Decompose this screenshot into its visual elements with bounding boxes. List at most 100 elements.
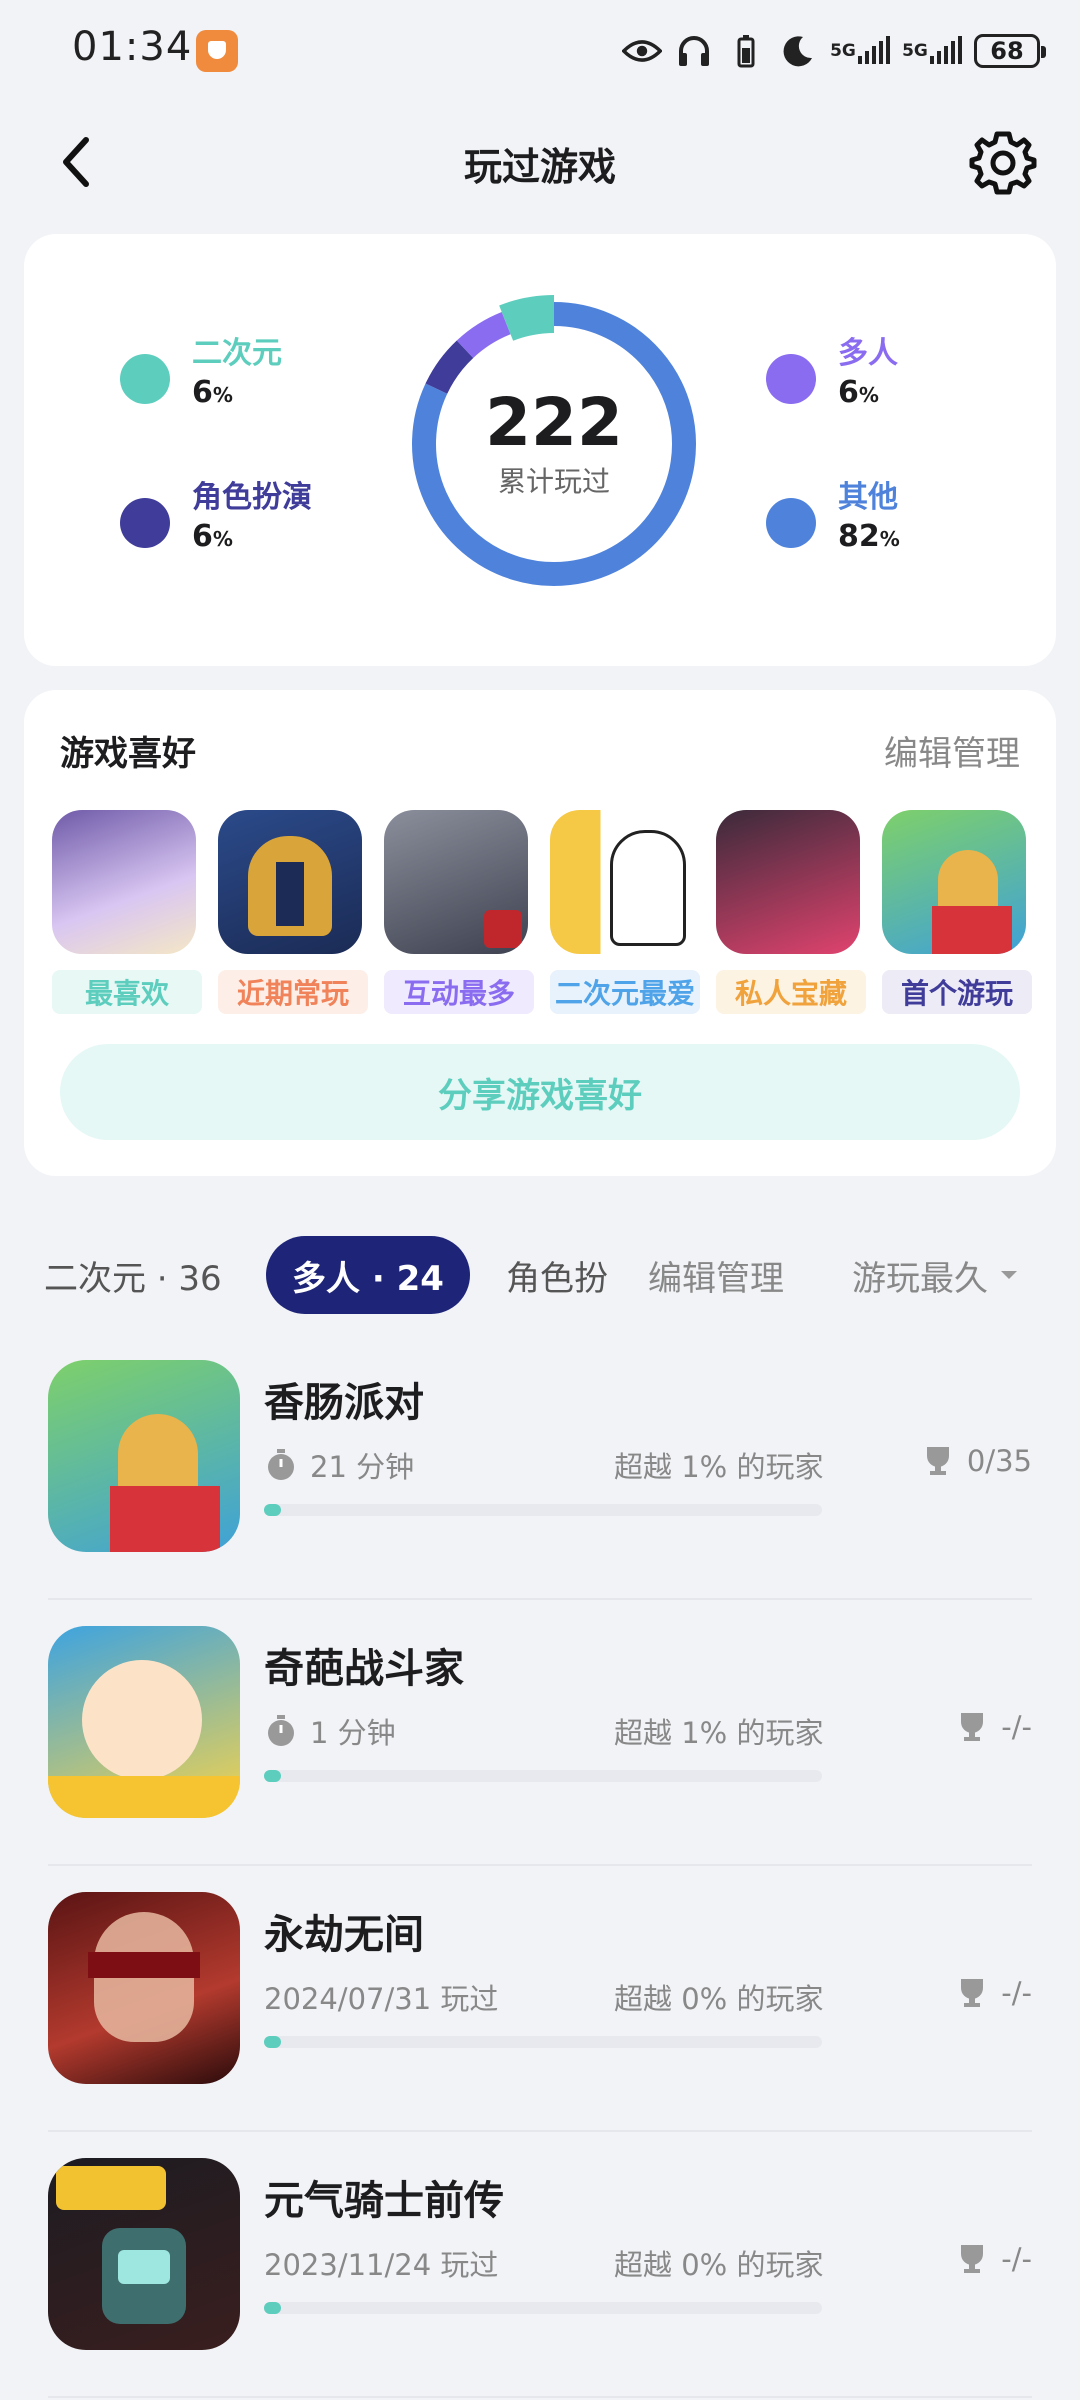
battery-small-icon bbox=[726, 31, 766, 71]
total-played-caption: 累计玩过 bbox=[497, 465, 610, 498]
category-tabs: 二次元 · 36 多人 · 24 角色扮 编辑管理 游玩最久 bbox=[0, 1236, 1080, 1314]
preference-treasure[interactable]: 私人宝藏 bbox=[716, 810, 866, 1014]
percentile-text: 超越 0% 的玩家 bbox=[614, 2248, 824, 2282]
stat-percent: 6% bbox=[838, 375, 879, 410]
stat-label: 二次元 bbox=[192, 336, 282, 371]
preference-tag: 首个游玩 bbox=[882, 970, 1032, 1014]
total-played-count: 222 bbox=[485, 384, 623, 461]
preference-favorite[interactable]: 最喜欢 bbox=[52, 810, 202, 1014]
share-preferences-button[interactable]: 分享游戏喜好 bbox=[60, 1044, 1020, 1140]
preference-tag: 近期常玩 bbox=[218, 970, 368, 1014]
donut-segment-2 bbox=[456, 311, 511, 359]
app-notification-icon bbox=[196, 30, 238, 72]
page-title: 玩过游戏 bbox=[463, 145, 616, 189]
anime-icon bbox=[120, 354, 170, 404]
game-list-item[interactable]: 奇葩战斗家 1 分钟 超越 1% 的玩家 -/- bbox=[48, 1600, 1032, 1866]
gear-icon bbox=[969, 131, 1037, 195]
preference-tag: 私人宝藏 bbox=[716, 970, 866, 1014]
progress-fill bbox=[264, 2302, 281, 2314]
play-time: 1 分钟 bbox=[264, 1710, 396, 1752]
play-progress-bar bbox=[264, 1504, 822, 1516]
gamepad-icon bbox=[766, 498, 816, 548]
trophy-icon bbox=[961, 1979, 984, 2007]
summary-card: 二次元 6% 角色扮演 6% 多人 6% 其他 82% 222 累计玩过 bbox=[24, 234, 1056, 666]
preferences-edit-button[interactable]: 编辑管理 bbox=[884, 726, 1020, 775]
game-icon-image bbox=[48, 1892, 240, 2084]
stat-percent: 82% bbox=[838, 519, 900, 554]
sort-label: 游玩最久 bbox=[852, 1258, 988, 1299]
game-icon-image bbox=[882, 810, 1026, 954]
progress-fill bbox=[264, 1770, 281, 1782]
stat-other: 其他 82% bbox=[766, 478, 900, 558]
preference-tag: 互动最多 bbox=[384, 970, 534, 1014]
sort-dropdown[interactable]: 游玩最久 bbox=[852, 1236, 1020, 1314]
stat-rpg: 角色扮演 6% bbox=[120, 478, 312, 558]
stat-percent: 6% bbox=[192, 375, 233, 410]
play-progress-bar bbox=[264, 2036, 822, 2048]
game-icon-image bbox=[48, 1626, 240, 1818]
game-name: 永劫无间 bbox=[264, 1912, 424, 1958]
play-progress-bar bbox=[264, 2302, 822, 2314]
stat-anime: 二次元 6% bbox=[120, 334, 282, 414]
preference-tag: 最喜欢 bbox=[52, 970, 202, 1014]
stat-label: 多人 bbox=[838, 336, 898, 371]
game-icon-image bbox=[716, 810, 860, 954]
donut-center: 222 累计玩过 bbox=[404, 384, 704, 502]
divider bbox=[48, 2396, 1032, 2398]
game-icon-image bbox=[218, 810, 362, 954]
game-icon-image bbox=[384, 810, 528, 954]
play-time: 2023/11/24 玩过 bbox=[264, 2248, 499, 2282]
caret-down-icon bbox=[1001, 1271, 1017, 1279]
status-time: 01:34 bbox=[72, 24, 193, 70]
play-time: 21 分钟 bbox=[264, 1444, 414, 1486]
game-list-item[interactable]: 元气骑士前传 2023/11/24 玩过 超越 0% 的玩家 -/- bbox=[48, 2132, 1032, 2398]
trophy-icon bbox=[961, 2245, 984, 2273]
donut-segment-0 bbox=[499, 295, 555, 341]
battery-icon: 68 bbox=[974, 34, 1046, 68]
multiplayer-icon bbox=[766, 354, 816, 404]
trophy-icon bbox=[961, 1713, 984, 1741]
percentile-text: 超越 1% 的玩家 bbox=[614, 1450, 824, 1484]
progress-fill bbox=[264, 2036, 281, 2048]
tab-rpg[interactable]: 角色扮 bbox=[506, 1236, 610, 1314]
tab-edit-button[interactable]: 编辑管理 bbox=[648, 1236, 784, 1314]
achievement-count: -/- bbox=[955, 1710, 1032, 1744]
game-list-item[interactable]: 永劫无间 2024/07/31 玩过 超越 0% 的玩家 -/- bbox=[48, 1866, 1032, 2132]
game-icon-image bbox=[48, 1360, 240, 1552]
settings-button[interactable] bbox=[968, 128, 1038, 198]
status-bar: 01:34 5G 5G 68 bbox=[0, 0, 1080, 100]
play-progress-bar bbox=[264, 1770, 822, 1782]
percentile-text: 超越 1% 的玩家 bbox=[614, 1716, 824, 1750]
headphones-icon bbox=[674, 31, 714, 71]
percentile-text: 超越 0% 的玩家 bbox=[614, 1982, 824, 2016]
game-icon-image bbox=[52, 810, 196, 954]
tab-anime[interactable]: 二次元 · 36 bbox=[44, 1236, 222, 1314]
preference-first-played[interactable]: 首个游玩 bbox=[882, 810, 1032, 1014]
stat-percent: 6% bbox=[192, 519, 233, 554]
signal-icon-2: 5G bbox=[902, 31, 962, 71]
game-list-item[interactable]: 香肠派对 21 分钟 超越 1% 的玩家 0/35 bbox=[48, 1334, 1032, 1600]
achievement-count: -/- bbox=[955, 1976, 1032, 2010]
preference-interactive[interactable]: 互动最多 bbox=[384, 810, 534, 1014]
game-preferences-card: 游戏喜好 编辑管理 最喜欢 近期常玩 互动最多 二次元最爱 私人宝藏 首个游玩 … bbox=[24, 690, 1056, 1176]
stat-label: 角色扮演 bbox=[192, 480, 312, 515]
game-name: 香肠派对 bbox=[264, 1380, 424, 1426]
game-name: 奇葩战斗家 bbox=[264, 1646, 464, 1692]
tab-multiplayer[interactable]: 多人 · 24 bbox=[266, 1236, 470, 1314]
moon-icon bbox=[778, 31, 818, 71]
game-icon-image bbox=[550, 810, 694, 954]
achievement-count: -/- bbox=[955, 2242, 1032, 2276]
achievement-count: 0/35 bbox=[921, 1444, 1032, 1478]
stat-multiplayer: 多人 6% bbox=[766, 334, 898, 414]
top-bar: 玩过游戏 bbox=[0, 120, 1080, 204]
donut-segment-1 bbox=[425, 340, 474, 395]
stat-label: 其他 bbox=[838, 480, 898, 515]
game-icon-image bbox=[48, 2158, 240, 2350]
globe-icon bbox=[120, 498, 170, 548]
preference-anime-favorite[interactable]: 二次元最爱 bbox=[550, 810, 700, 1014]
preference-tag: 二次元最爱 bbox=[550, 970, 700, 1014]
preference-recent[interactable]: 近期常玩 bbox=[218, 810, 368, 1014]
eye-icon bbox=[622, 31, 662, 71]
signal-icon: 5G bbox=[830, 31, 890, 71]
timer-icon bbox=[268, 1715, 294, 1746]
